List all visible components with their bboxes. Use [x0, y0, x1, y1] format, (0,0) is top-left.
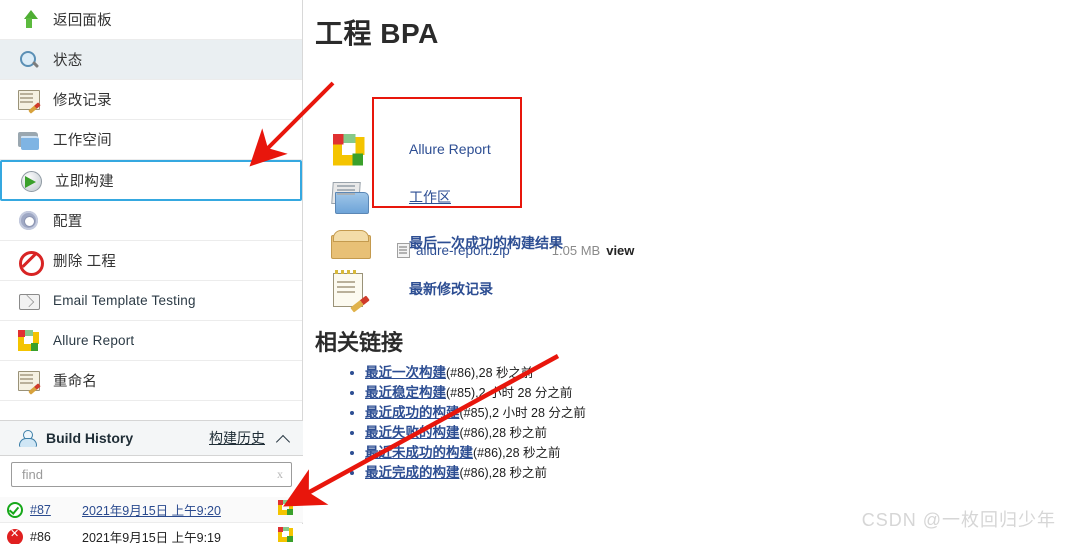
related-link-label[interactable]: 最近失败的构建: [365, 425, 460, 440]
build-history-find-box[interactable]: x: [11, 461, 292, 487]
find-input[interactable]: [20, 463, 270, 485]
build-date-link[interactable]: 2021年9月15日 上午9:20: [82, 500, 221, 519]
related-link-label[interactable]: 最近未成功的构建: [365, 445, 473, 460]
sidebar-item-workspace[interactable]: 工作空间: [0, 120, 302, 160]
related-link-label[interactable]: 最近完成的构建: [365, 465, 460, 480]
allure-logo-icon[interactable]: [278, 499, 293, 520]
chevron-up-icon[interactable]: [277, 432, 291, 444]
clear-icon[interactable]: x: [277, 467, 283, 482]
related-link-meta: (#86),28 秒之前: [446, 366, 534, 380]
allure-report-row[interactable]: Allure Report: [329, 128, 491, 170]
related-link-label[interactable]: 最近稳定构建: [365, 385, 446, 400]
allure-report-link[interactable]: Allure Report: [409, 141, 491, 157]
workspace-row[interactable]: 工作区: [329, 176, 451, 218]
related-link-meta: (#86),28 秒之前: [459, 426, 548, 440]
main-content: 工程 BPA Allure Report 工作区 最后一次成功的构建结果 all…: [303, 0, 1066, 544]
sidebar-item-label: Email Template Testing: [53, 293, 196, 308]
related-link-meta: (#85),2 小时 28 分之前: [446, 386, 573, 400]
allure-logo-icon: [329, 128, 371, 170]
sidebar-item-rename[interactable]: 重命名: [0, 361, 302, 401]
build-history-header: Build History 构建历史: [0, 420, 303, 456]
table-row[interactable]: #87 2021年9月15日 上午9:20: [0, 497, 303, 523]
package-box-icon: [329, 222, 371, 264]
related-link-meta: (#86),28 秒之前: [473, 446, 561, 460]
delete-forbidden-icon: [18, 250, 44, 276]
list-item[interactable]: 最近稳定构建(#85),2 小时 28 分之前: [365, 383, 586, 403]
list-item[interactable]: 最近完成的构建(#86),28 秒之前: [365, 463, 586, 483]
jenkins-project-page: 返回面板 状态 修改记录 工作空间 立即构建 配置 删除 工程 Email Te…: [0, 0, 1066, 544]
artifact-name-link[interactable]: allure-report.zip: [416, 243, 510, 258]
build-number-link[interactable]: #86: [30, 530, 82, 544]
artifact-entry: allure-report.zip 1.05 MB view: [397, 243, 634, 258]
sidebar-item-label: Allure Report: [53, 333, 135, 348]
page-title: 工程 BPA: [315, 18, 439, 49]
sidebar-item-allure-report[interactable]: Allure Report: [0, 321, 302, 361]
related-link-meta: (#85),2 小时 28 分之前: [459, 406, 586, 420]
artifact-view-link[interactable]: view: [606, 243, 634, 258]
watermark: CSDN @一枚回归少年: [861, 510, 1056, 530]
sidebar-item-label: 立即构建: [55, 174, 114, 190]
sidebar-item-build-now[interactable]: 立即构建: [0, 160, 302, 201]
artifact-size: 1.05 MB: [551, 243, 601, 258]
build-history-icon: [18, 429, 37, 447]
envelope-icon: [18, 290, 40, 312]
sidebar-item-label: 返回面板: [53, 13, 112, 29]
list-item[interactable]: 最近成功的构建(#85),2 小时 28 分之前: [365, 403, 586, 423]
related-link-meta: (#86),28 秒之前: [459, 466, 548, 480]
document-icon: [397, 243, 410, 258]
sidebar-item-label: 重命名: [53, 374, 98, 390]
status-failed-icon: [7, 527, 23, 544]
table-row[interactable]: #86 2021年9月15日 上午9:19: [0, 524, 303, 544]
build-history-find-wrapper: x: [0, 456, 303, 492]
gear-icon: [18, 210, 40, 232]
list-item[interactable]: 最近未成功的构建(#86),28 秒之前: [365, 443, 586, 463]
sidebar-item-label: 删除 工程: [53, 254, 117, 270]
build-history-cn-link[interactable]: 构建历史: [209, 428, 265, 448]
latest-changes-link[interactable]: 最新修改记录: [409, 279, 493, 299]
allure-logo-icon[interactable]: [278, 526, 293, 544]
sidebar-item-changes[interactable]: 修改记录: [0, 80, 302, 120]
sidebar-item-label: 修改记录: [53, 93, 112, 109]
workspace-folder-icon: [329, 176, 371, 218]
list-item[interactable]: 最近一次构建(#86),28 秒之前: [365, 363, 586, 383]
build-now-icon: [20, 170, 42, 192]
notepad-pencil-icon: [18, 371, 40, 391]
sidebar-item-back-to-dashboard[interactable]: 返回面板: [0, 0, 302, 40]
list-item[interactable]: 最近失败的构建(#86),28 秒之前: [365, 423, 586, 443]
related-link-label[interactable]: 最近成功的构建: [365, 405, 460, 420]
sidebar-item-email-template-testing[interactable]: Email Template Testing: [0, 281, 302, 321]
up-arrow-icon: [18, 9, 40, 31]
build-date-link[interactable]: 2021年9月15日 上午9:19: [82, 527, 221, 544]
sidebar-item-status[interactable]: 状态: [0, 40, 302, 80]
workspace-link[interactable]: 工作区: [409, 187, 451, 207]
sidebar-item-delete-project[interactable]: 删除 工程: [0, 241, 302, 281]
build-number-link[interactable]: #87: [30, 503, 82, 517]
search-icon: [18, 49, 40, 71]
sidebar-item-label: 状态: [53, 53, 83, 69]
notepad-pencil-icon: [329, 268, 371, 310]
folder-icon: [18, 129, 40, 151]
sidebar-item-label: 工作空间: [53, 133, 112, 149]
sidebar-item-configure[interactable]: 配置: [0, 201, 302, 241]
build-history-title: Build History: [46, 430, 134, 446]
sidebar-item-label: 配置: [53, 214, 83, 230]
notepad-pencil-icon: [18, 90, 40, 110]
related-links-heading: 相关链接: [315, 330, 404, 355]
related-links-list: 最近一次构建(#86),28 秒之前 最近稳定构建(#85),2 小时 28 分…: [347, 363, 586, 483]
latest-changes-row[interactable]: 最新修改记录: [329, 268, 493, 310]
status-success-icon: [7, 501, 23, 518]
related-link-label[interactable]: 最近一次构建: [365, 365, 446, 380]
allure-logo-icon: [18, 329, 40, 352]
